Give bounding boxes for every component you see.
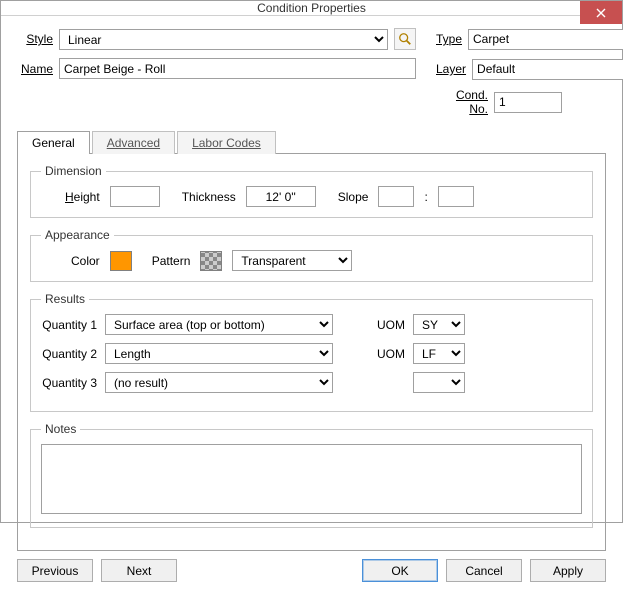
notes-legend: Notes bbox=[41, 422, 80, 436]
tab-advanced[interactable]: Advanced bbox=[92, 131, 175, 154]
tabstrip: General Advanced Labor Codes bbox=[17, 131, 606, 154]
quantity3-label: Quantity 3 bbox=[41, 376, 97, 390]
quantity1-label: Quantity 1 bbox=[41, 318, 97, 332]
pattern-label: Pattern bbox=[152, 254, 191, 268]
previous-button[interactable]: Previous bbox=[17, 559, 93, 582]
dimension-group: Dimension Height Thickness Slope : bbox=[30, 164, 593, 218]
appearance-legend: Appearance bbox=[41, 228, 114, 242]
magnifier-icon bbox=[398, 32, 412, 46]
notes-textarea[interactable] bbox=[41, 444, 582, 514]
ok-button[interactable]: OK bbox=[362, 559, 438, 582]
thickness-label: Thickness bbox=[182, 190, 236, 204]
style-label: Style bbox=[17, 32, 53, 46]
height-label: Height bbox=[65, 190, 100, 204]
results-group: Results Quantity 1 Surface area (top or … bbox=[30, 292, 593, 412]
quantity2-select[interactable]: Length bbox=[105, 343, 333, 364]
slope-a-input[interactable] bbox=[378, 186, 414, 207]
uom1-label: UOM bbox=[349, 318, 405, 332]
appearance-group: Appearance Color Pattern Transparent bbox=[30, 228, 593, 282]
uom2-select[interactable]: LF bbox=[413, 343, 465, 364]
tabs: General Advanced Labor Codes Dimension H… bbox=[17, 130, 606, 551]
uom3-select[interactable] bbox=[413, 372, 465, 393]
tabpage-general: Dimension Height Thickness Slope : Appea… bbox=[17, 153, 606, 551]
pattern-swatch-icon bbox=[200, 251, 222, 271]
condno-label: Cond. No. bbox=[436, 88, 488, 116]
name-input[interactable] bbox=[59, 58, 416, 79]
uom1-select[interactable]: SY bbox=[413, 314, 465, 335]
window-title: Condition Properties bbox=[1, 1, 622, 15]
apply-button[interactable]: Apply bbox=[530, 559, 606, 582]
type-label: Type bbox=[436, 32, 462, 46]
dialog-window: Condition Properties Style Linear Name bbox=[0, 0, 623, 523]
quantity1-select[interactable]: Surface area (top or bottom) bbox=[105, 314, 333, 335]
style-lookup-button[interactable] bbox=[394, 28, 416, 50]
next-button[interactable]: Next bbox=[101, 559, 177, 582]
quantity2-label: Quantity 2 bbox=[41, 347, 97, 361]
color-swatch[interactable] bbox=[110, 251, 132, 271]
dialog-content: Style Linear Name Type bbox=[1, 16, 622, 592]
slope-separator: : bbox=[424, 190, 427, 204]
pattern-select[interactable]: Transparent bbox=[232, 250, 352, 271]
quantity3-select[interactable]: (no result) bbox=[105, 372, 333, 393]
color-label: Color bbox=[71, 254, 100, 268]
top-fields: Style Linear Name Type bbox=[17, 28, 606, 124]
close-icon bbox=[596, 8, 606, 18]
titlebar: Condition Properties bbox=[1, 1, 622, 16]
results-legend: Results bbox=[41, 292, 89, 306]
layer-label: Layer bbox=[436, 62, 466, 76]
cancel-button[interactable]: Cancel bbox=[446, 559, 522, 582]
name-label: Name bbox=[17, 62, 53, 76]
dimension-legend: Dimension bbox=[41, 164, 106, 178]
slope-b-input[interactable] bbox=[438, 186, 474, 207]
style-select[interactable]: Linear bbox=[59, 29, 388, 50]
layer-input[interactable] bbox=[472, 59, 623, 80]
slope-label: Slope bbox=[338, 190, 369, 204]
thickness-input[interactable] bbox=[246, 186, 316, 207]
type-input[interactable] bbox=[468, 29, 623, 50]
button-bar: Previous Next OK Cancel Apply bbox=[17, 551, 606, 582]
uom2-label: UOM bbox=[349, 347, 405, 361]
close-button[interactable] bbox=[580, 1, 622, 24]
notes-group: Notes bbox=[30, 422, 593, 528]
condno-input[interactable] bbox=[494, 92, 562, 113]
height-input[interactable] bbox=[110, 186, 160, 207]
tab-general[interactable]: General bbox=[17, 131, 90, 154]
tab-laborcodes[interactable]: Labor Codes bbox=[177, 131, 276, 154]
